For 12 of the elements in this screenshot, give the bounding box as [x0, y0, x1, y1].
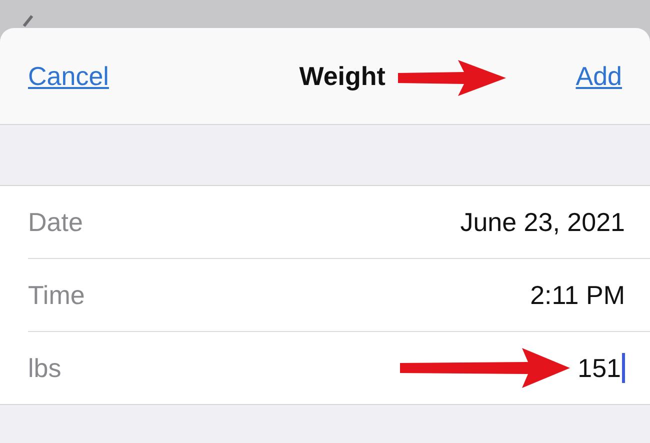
input-field[interactable]: 151	[578, 352, 625, 384]
field-value[interactable]: June 23, 2021	[460, 206, 625, 238]
field-label: Date	[28, 206, 83, 238]
cancel-link[interactable]: Cancel	[28, 60, 109, 92]
pointer-arrow-icon	[400, 348, 570, 388]
field-value[interactable]: 2:11 PM	[530, 280, 625, 310]
field-label: Time	[28, 280, 85, 310]
back-chevron-icon	[20, 14, 34, 28]
pointer-arrow-icon	[398, 60, 506, 96]
add-link[interactable]: Add	[576, 60, 622, 92]
sheet-title: Weight	[299, 60, 386, 92]
field-label: lbs	[28, 352, 62, 384]
